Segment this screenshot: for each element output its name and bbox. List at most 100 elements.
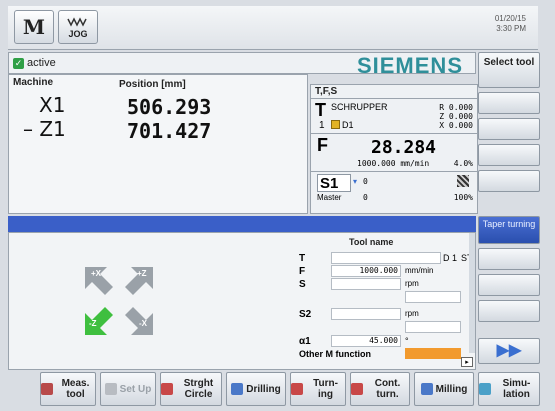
feed-override: 4.0%	[453, 159, 473, 168]
input-header-bar	[8, 216, 476, 232]
z-offset: Z 0.000	[439, 112, 473, 121]
softkey-right-3[interactable]	[478, 118, 540, 140]
spindle-label: S1	[320, 175, 339, 192]
setup-button[interactable]: Set Up	[100, 372, 156, 406]
setup-label: Set Up	[119, 383, 152, 395]
spindle2-input[interactable]	[331, 308, 401, 320]
spindle-extra-input[interactable]	[405, 291, 461, 303]
tool-name-header: Tool name	[349, 237, 394, 247]
spindle-select[interactable]: S1	[317, 174, 351, 192]
status-bar: ✓ active SIEMENS	[8, 52, 476, 78]
time-text: 3:30 PM	[496, 24, 526, 33]
expand-button[interactable]: ▸	[461, 357, 473, 367]
tfs-panel: T,F,S T SCHRUPPER R 0.000 Z 0.000 X 0.00…	[310, 84, 478, 214]
datetime: 01/20/15 3:30 PM	[495, 14, 526, 34]
meas-tool-button[interactable]: Meas. tool	[40, 372, 96, 406]
form-s-label: S	[299, 279, 306, 290]
col-position-header: Position [mm]	[119, 79, 186, 90]
brand-logo: SIEMENS	[356, 53, 463, 78]
softkey-right-8[interactable]	[478, 274, 540, 296]
spindle-stop-icon	[457, 175, 469, 187]
arrow-right-icon: ▸	[465, 359, 469, 366]
softkey-right-4[interactable]	[478, 144, 540, 166]
form-s2-label: S2	[299, 309, 312, 320]
divider	[311, 133, 477, 134]
machine-mode-button[interactable]: M	[14, 10, 54, 44]
channel-status: ✓ active	[13, 57, 56, 69]
tfs-title: T,F,S	[315, 86, 338, 97]
axis-z1-value: 701.427	[127, 119, 212, 143]
next-page-button[interactable]: ▶▶	[478, 338, 540, 364]
x-offset: X 0.000	[439, 121, 473, 130]
simulation-icon	[479, 383, 491, 395]
taper-turning-button[interactable]: Taper turning	[478, 216, 540, 244]
spindle2-extra-input[interactable]	[405, 321, 461, 333]
simulation-label: Simu- lation	[502, 378, 531, 400]
softkey-right-9[interactable]	[478, 300, 540, 322]
softkey-right-5[interactable]	[478, 170, 540, 192]
tool-name-input[interactable]	[331, 252, 441, 264]
alpha-unit: °	[405, 336, 409, 346]
tool-name: SCHRUPPER	[331, 102, 388, 112]
turning-button[interactable]: Turn- ing	[290, 372, 346, 406]
check-icon: ✓	[13, 57, 24, 69]
jog-wave-icon	[67, 16, 87, 27]
axis-z1-label: – Z1	[23, 117, 66, 141]
jog-mode-button[interactable]: JOG	[58, 10, 98, 44]
col-machine-header: Machine	[13, 77, 54, 88]
setup-icon	[104, 383, 117, 395]
d-field[interactable]: D 1	[443, 253, 457, 263]
contour-turning-button[interactable]: Cont. turn.	[350, 372, 410, 406]
contour-turn-icon	[351, 383, 363, 395]
spindle-value: 0	[363, 177, 368, 186]
tool-edge-icon	[331, 120, 340, 129]
alpha-input[interactable]: 45.000	[331, 335, 401, 347]
straight-circle-button[interactable]: Strght Circle	[160, 372, 222, 406]
straight-circle-label: Strght Circle	[183, 378, 214, 400]
f-label: F	[317, 135, 328, 155]
axis-x1-label: X1	[39, 93, 66, 117]
divider	[311, 98, 477, 99]
t-label: T	[315, 100, 326, 120]
select-tool-button[interactable]: Select tool	[478, 52, 540, 88]
jog-plus-x-label: +X	[91, 269, 102, 278]
turning-icon	[291, 383, 303, 395]
spindle-unit: rpm	[405, 279, 419, 288]
divider	[311, 171, 477, 172]
softkey-right-2[interactable]	[478, 92, 540, 114]
softkey-right-7[interactable]	[478, 248, 540, 270]
jog-minus-x-label: -X	[139, 319, 147, 328]
other-m-input[interactable]	[405, 348, 461, 359]
scrollbar[interactable]	[469, 233, 475, 353]
jog-plus-z-label: +Z	[137, 269, 147, 278]
feed-unit: mm/min	[405, 266, 434, 275]
drilling-button[interactable]: Drilling	[226, 372, 286, 406]
master-value: 0	[363, 193, 368, 202]
meas-tool-label: Meas. tool	[61, 378, 90, 400]
jog-minus-z-label: -Z	[89, 319, 97, 328]
feed-value: 28.284	[371, 137, 437, 158]
hmi-screen: M JOG 01/20/15 3:30 PM ✓ active SIEMENS …	[0, 0, 555, 411]
milling-button[interactable]: Milling	[414, 372, 474, 406]
milling-label: Milling	[435, 383, 468, 395]
axis-x1-value: 506.293	[127, 95, 212, 119]
drilling-label: Drilling	[246, 383, 281, 395]
form-t-label: T	[299, 253, 306, 264]
r-offset: R 0.000	[439, 103, 473, 112]
form-f-label: F	[299, 266, 306, 277]
status-text: active	[27, 57, 56, 69]
simulation-button[interactable]: Simu- lation	[478, 372, 540, 406]
double-arrow-right-icon: ▶▶	[496, 342, 522, 359]
spindle2-unit: rpm	[405, 309, 419, 318]
machine-icon: M	[22, 15, 46, 39]
measure-icon	[41, 383, 53, 395]
jog-label: JOG	[68, 28, 88, 39]
mill-icon	[420, 383, 433, 395]
feed-input[interactable]: 1000.000	[331, 265, 401, 277]
master-label: Master	[317, 193, 342, 202]
other-m-label: Other M function	[299, 349, 371, 359]
turning-label: Turn- ing	[313, 378, 338, 400]
spindle-input[interactable]	[331, 278, 401, 290]
chevron-down-icon: ▾	[353, 177, 358, 186]
drill-icon	[231, 383, 244, 395]
